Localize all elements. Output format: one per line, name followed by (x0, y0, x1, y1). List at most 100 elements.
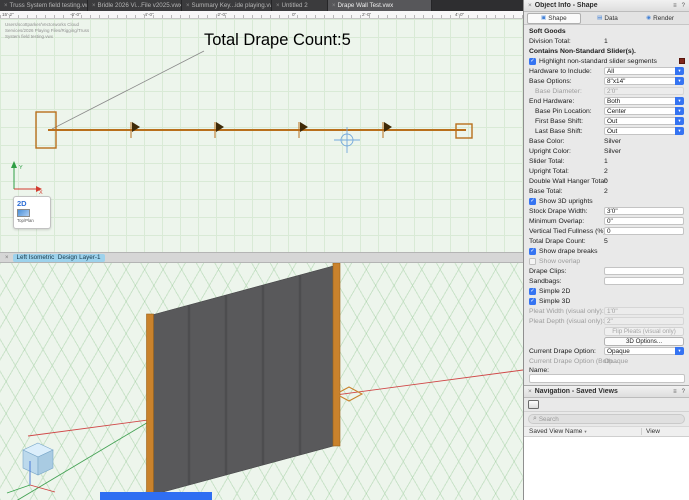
field-label: Upright Total: (529, 168, 569, 175)
field-value: 2 (604, 188, 608, 195)
checkbox-label: Show overlap (539, 258, 580, 265)
show-drape-breaks-checkbox[interactable]: ✓ (529, 248, 536, 255)
current-drape-option-select[interactable]: Opaque ▾ (604, 347, 684, 356)
panel-menu-icon[interactable]: ≡ (673, 3, 677, 9)
ruler-label: -6'-0" (70, 12, 81, 17)
row-simple-3d: ✓ Simple 3D (524, 296, 689, 306)
row-last-base-shift: Last Base Shift: Out ▾ (524, 126, 689, 136)
checkbox-label: Show 3D uprights (539, 198, 593, 205)
view-mode-badge[interactable]: 2D Top/Plan (13, 196, 51, 229)
iso-view-title[interactable]: Left Isometric Design Layer-1 (13, 254, 105, 262)
field-label: First Base Shift: (535, 118, 583, 125)
first-base-shift-select[interactable]: Out ▾ (604, 117, 684, 126)
chevron-down-icon: ▾ (675, 117, 684, 126)
name-input[interactable] (529, 374, 685, 383)
tab-close-icon[interactable]: × (186, 3, 190, 9)
field-label: Minimum Overlap: (529, 218, 584, 225)
row-upright-total: Upright Total: 2 (524, 166, 689, 176)
tab-label: Summary Key...ide playing.vwx (192, 2, 272, 9)
row-pleat-depth: Pleat Depth (visual only): 2" (524, 316, 689, 326)
column-view[interactable]: View (641, 428, 689, 435)
field-value: 1 (604, 38, 608, 45)
plan-view-canvas[interactable]: 15'-2" -6'-0" -4'-0" -2'-0" 0" 2'-0" 4'-… (0, 11, 523, 252)
field-label: Sandbags: (529, 278, 562, 285)
tab-label: Data (604, 15, 618, 22)
simple-2d-checkbox[interactable]: ✓ (529, 288, 536, 295)
help-icon[interactable]: ? (682, 3, 685, 9)
navigation-titlebar: × Navigation - Saved Views ≡ ? (524, 386, 689, 398)
tab-close-icon[interactable]: × (92, 3, 96, 9)
search-input[interactable] (539, 416, 680, 423)
field-value: 1 (604, 158, 608, 165)
view-mode-2d-label: 2D (17, 199, 27, 208)
add-saved-view-icon[interactable] (528, 400, 539, 409)
file-path-reference: Users/scottparker/Vectorworks Cloud Serv… (5, 22, 89, 40)
checkbox-label: Simple 2D (539, 288, 570, 295)
stock-drape-width-input[interactable]: 3'0" (604, 207, 684, 216)
row-slider-total: Slider Total: 1 (524, 156, 689, 166)
iso-view-canvas[interactable] (0, 263, 523, 500)
tab-document-4[interactable]: × Untitled 2 (272, 0, 328, 11)
3d-options-button[interactable]: 3D Options... (604, 337, 684, 346)
column-saved-view-name[interactable]: Saved View Name ▾ (524, 428, 641, 435)
panel-menu-icon[interactable]: ≡ (673, 389, 677, 395)
navigation-toolbar (524, 398, 689, 412)
close-view-icon[interactable]: × (5, 255, 9, 261)
tab-document-3[interactable]: × Summary Key...ide playing.vwx (182, 0, 272, 11)
saved-views-search[interactable]: ⌕ (528, 414, 685, 424)
tab-close-icon[interactable]: × (332, 3, 336, 9)
tab-render[interactable]: ◉ Render (634, 13, 686, 24)
row-show-3d-uprights: ✓ Show 3D uprights (524, 196, 689, 206)
flip-pleats-button: Flip Pleats (visual only) (604, 327, 684, 336)
tab-document-active[interactable]: × Drape Wall Test.vwx (328, 0, 432, 11)
iso-view-header: × Left Isometric Design Layer-1 (0, 252, 523, 263)
field-label: Division Total: (529, 38, 571, 45)
drape-wall-3d[interactable] (152, 265, 337, 495)
close-icon[interactable]: × (528, 388, 532, 395)
saved-views-column-headers: Saved View Name ▾ View (524, 426, 689, 437)
minimum-overlap-input[interactable]: 0" (604, 217, 684, 226)
close-icon[interactable]: × (528, 2, 532, 9)
last-base-shift-select[interactable]: Out ▾ (604, 127, 684, 136)
row-3d-options: 3D Options... (524, 336, 689, 346)
slider-highlight-color-swatch[interactable] (679, 58, 685, 64)
tab-shape[interactable]: ▣ Shape (527, 13, 581, 24)
field-label: Drape Clips: (529, 268, 566, 275)
orientation-cube[interactable] (23, 443, 53, 475)
base-pin-location-select[interactable]: Center ▾ (604, 107, 684, 116)
selected-value: All (607, 68, 614, 75)
vertical-tied-fullness-input[interactable]: 0 (604, 227, 684, 236)
right-upright-3d[interactable] (333, 263, 340, 446)
left-upright-3d[interactable] (147, 314, 154, 496)
field-label: Upright Color: (529, 148, 571, 155)
help-icon[interactable]: ? (682, 389, 685, 395)
tab-label: Drape Wall Test.vwx (338, 2, 394, 9)
row-stock-drape-width: Stock Drape Width: 3'0" (524, 206, 689, 216)
chevron-down-icon: ▾ (675, 97, 684, 106)
end-hardware-select[interactable]: Both ▾ (604, 97, 684, 106)
tab-label: Truss System field testing.vwx (10, 2, 88, 9)
tab-document-2[interactable]: × Bridle 2026 Vi...File v2025.vwx (88, 0, 182, 11)
field-value: 0 (604, 178, 608, 185)
base-options-select[interactable]: 8"x14" ▾ (604, 77, 684, 86)
selected-value: Center (607, 108, 626, 115)
field-label: Current Drape Option: (529, 348, 596, 355)
tab-label: Untitled 2 (282, 2, 308, 9)
object-info-body: Soft Goods Division Total: 1 Contains No… (524, 25, 689, 385)
tab-close-icon[interactable]: × (4, 3, 8, 9)
sandbags-input[interactable] (604, 277, 684, 286)
show-3d-uprights-checkbox[interactable]: ✓ (529, 198, 536, 205)
tab-label: Render (653, 15, 674, 22)
tab-data[interactable]: ▤ Data (582, 13, 634, 24)
highlight-nonstandard-checkbox[interactable]: ✓ (529, 58, 536, 65)
row-vertical-tied-fullness: Vertical Tied Fullness (%): 0 (524, 226, 689, 236)
tab-close-icon[interactable]: × (276, 3, 280, 9)
tab-document-1[interactable]: × Truss System field testing.vwx (0, 0, 88, 11)
drape-clips-input[interactable] (604, 267, 684, 276)
field-value: 2 (604, 168, 608, 175)
hardware-include-select[interactable]: All ▾ (604, 67, 684, 76)
field-value: 2'0" (607, 88, 618, 95)
simple-3d-checkbox[interactable]: ✓ (529, 298, 536, 305)
saved-views-list[interactable] (524, 437, 689, 500)
field-label: Base Options: (529, 78, 572, 85)
